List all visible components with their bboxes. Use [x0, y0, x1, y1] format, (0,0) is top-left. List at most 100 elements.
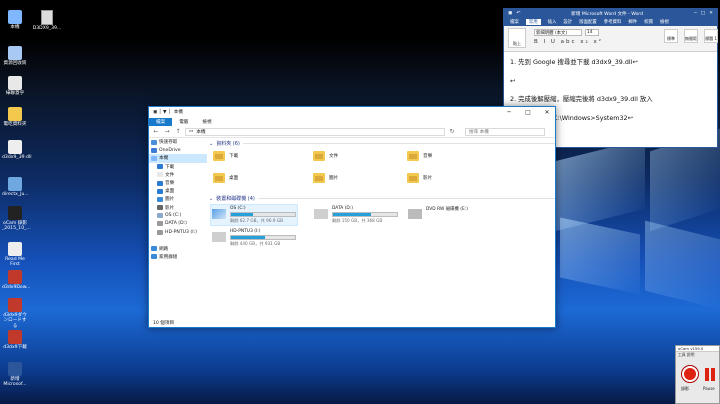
- desktop-icon[interactable]: 電吃資料夾: [2, 107, 28, 127]
- sidebar-item[interactable]: 網路: [149, 244, 207, 252]
- explorer-title-bar[interactable]: ▣ │ ▼ │ 本機 ─ □ ✕: [149, 107, 555, 117]
- drive-free-space: 剩餘 150 GB，共 368 GB: [332, 218, 383, 223]
- close-icon[interactable]: ✕: [709, 11, 713, 16]
- sidebar-item[interactable]: OS (C:): [149, 212, 207, 220]
- folders-header: 資料夾 (6): [216, 141, 240, 147]
- word-tab[interactable]: 版面配置: [579, 19, 597, 25]
- drive-item[interactable]: DVD RW 磁碟機 (E:): [407, 205, 469, 220]
- folder-icon: [213, 151, 225, 161]
- sidebar-item-icon: [157, 229, 163, 235]
- app-icon: [8, 107, 22, 121]
- search-input[interactable]: 搜尋 本機: [465, 127, 545, 136]
- word-tab[interactable]: 校閱: [644, 19, 653, 25]
- desktop-icon[interactable]: 新增 Microsof...: [2, 362, 28, 388]
- sidebar-item[interactable]: 音樂: [149, 179, 207, 187]
- pause-button[interactable]: [703, 366, 717, 382]
- drives-section-header[interactable]: ⌄ 裝置和磁碟機 (4): [209, 195, 555, 202]
- sidebar-item[interactable]: 圖片: [149, 195, 207, 203]
- sidebar-item[interactable]: 快速存取: [149, 138, 207, 146]
- sidebar-item[interactable]: 本機: [149, 154, 207, 163]
- word-tab[interactable]: 常用: [525, 19, 541, 25]
- record-button[interactable]: [682, 366, 698, 382]
- word-tab[interactable]: 插入: [548, 19, 557, 25]
- desktop-icon-label: d3dx9ダウンロードする: [3, 313, 27, 329]
- drive-item[interactable]: DATA (D:) 剩餘 150 GB，共 368 GB: [313, 205, 399, 225]
- sidebar-item-icon: [157, 164, 163, 170]
- format-buttons[interactable]: B I U abc x₂ x²: [534, 39, 603, 45]
- sidebar-item-icon: [157, 205, 163, 211]
- explorer-tab[interactable]: 電腦: [172, 118, 195, 126]
- drive-item[interactable]: HD-PNTU3 (I:) 剩餘 440 GB，共 931 GB: [211, 228, 297, 248]
- folder-icon: [407, 151, 419, 161]
- explorer-tab[interactable]: 檔案: [149, 117, 173, 126]
- folder-icon: [407, 173, 419, 183]
- desktop-icon[interactable]: 綠聯蓋乎: [2, 76, 28, 96]
- ocam-menu[interactable]: 工具 說明: [676, 352, 719, 358]
- sidebar-item[interactable]: 家用群組: [149, 253, 207, 261]
- paste-button[interactable]: 貼上: [508, 28, 526, 48]
- desktop-icon-label: D3DX9_39...: [32, 26, 62, 31]
- undo-icon[interactable]: ↶: [516, 11, 520, 16]
- sidebar-item[interactable]: 文件: [149, 171, 207, 179]
- close-icon[interactable]: ✕: [539, 109, 555, 116]
- record-label: 錄影: [681, 386, 689, 391]
- minimize-icon[interactable]: ─: [694, 11, 697, 16]
- quick-access-toolbar[interactable]: ▣ │ ▼ │: [153, 110, 171, 115]
- desktop-icon[interactable]: Read Me First: [2, 242, 28, 268]
- minimize-icon[interactable]: ─: [501, 109, 517, 116]
- sidebar-item[interactable]: 影片: [149, 204, 207, 212]
- save-icon[interactable]: ▣: [508, 11, 512, 16]
- up-arrow-icon[interactable]: ↑: [174, 128, 182, 135]
- folder-item[interactable]: 下載: [213, 151, 238, 161]
- font-name-select[interactable]: 新細明體 (本文): [534, 29, 582, 36]
- ocam-widget[interactable]: oCam v159.0 工具 說明 錄影 Pause: [675, 345, 720, 404]
- folder-label: 圖片: [329, 176, 339, 181]
- desktop-icon[interactable]: d3dx9_39.dll: [2, 140, 31, 160]
- desktop-icon[interactable]: oCam 錄影 _2015_10_...: [2, 206, 31, 232]
- word-tab[interactable]: 設計: [563, 19, 572, 25]
- sidebar-item[interactable]: DATA (D:): [149, 220, 207, 228]
- explorer-tab[interactable]: 檢視: [195, 118, 218, 126]
- folder-item[interactable]: 桌面: [213, 173, 238, 183]
- sidebar-item-label: 影片: [165, 205, 175, 211]
- folder-item[interactable]: 音樂: [407, 151, 432, 161]
- desktop-icon-label: 本機: [10, 25, 20, 30]
- word-tab[interactable]: 郵件: [628, 19, 637, 25]
- address-bar[interactable]: ▭ 本機: [185, 127, 445, 136]
- word-tab[interactable]: 檢視: [660, 19, 669, 25]
- file-explorer-window[interactable]: ▣ │ ▼ │ 本機 ─ □ ✕ 檔案 電腦 檢視 ← → ↑ ▭ 本機 ↻ 搜尋 …: [148, 106, 556, 328]
- sidebar-item[interactable]: 下載: [149, 163, 207, 171]
- sidebar-item[interactable]: HD-PNTU3 (I:): [149, 228, 207, 236]
- style-gallery: 標準無間距標題 1編輯: [664, 29, 720, 43]
- style-item[interactable]: 無間距: [684, 29, 698, 43]
- word-tab[interactable]: 檔案: [510, 19, 519, 25]
- maximize-icon[interactable]: □: [701, 11, 705, 16]
- folder-item[interactable]: 影片: [407, 173, 432, 183]
- app-icon: [8, 270, 22, 284]
- sidebar-item[interactable]: 桌面: [149, 187, 207, 195]
- style-item[interactable]: 標準: [664, 29, 678, 43]
- drive-item[interactable]: OS (C:) 剩餘 62.7 GB，共 96.9 GB: [210, 204, 298, 226]
- folder-item[interactable]: 文件: [313, 151, 338, 161]
- desktop-icon-d3dx9-file[interactable]: D3DX9_39...: [32, 10, 62, 31]
- style-item[interactable]: 標題 1: [704, 29, 718, 43]
- folder-label: 文件: [329, 154, 339, 159]
- forward-arrow-icon[interactable]: →: [163, 128, 171, 135]
- sidebar-item-label: OneDrive: [159, 147, 181, 153]
- desktop-icon[interactable]: d3dx9Dow...: [2, 270, 31, 290]
- word-title-bar[interactable]: ▣ ↶ 新增 Microsoft Word 文件 - Word ─ □ ✕: [504, 9, 717, 18]
- folders-section-header[interactable]: ⌄ 資料夾 (6): [209, 140, 555, 147]
- desktop-icon[interactable]: directx_Ju...: [2, 177, 29, 197]
- desktop-icon[interactable]: d3dx9ダウンロードする: [2, 298, 28, 329]
- desktop-icon[interactable]: 資源回收筒: [2, 46, 28, 66]
- folder-item[interactable]: 圖片: [313, 173, 338, 183]
- maximize-icon[interactable]: □: [520, 109, 536, 116]
- sidebar-item[interactable]: OneDrive: [149, 146, 207, 154]
- desktop-icon[interactable]: 本機: [2, 10, 28, 30]
- desktop-icon-label: d3dx9Dow...: [2, 285, 31, 290]
- font-size-select[interactable]: 14: [585, 29, 599, 36]
- refresh-icon[interactable]: ↻: [448, 128, 456, 135]
- word-tab[interactable]: 參考資料: [604, 19, 622, 25]
- back-arrow-icon[interactable]: ←: [152, 128, 160, 135]
- desktop-icon[interactable]: d3dx9下載: [2, 330, 28, 350]
